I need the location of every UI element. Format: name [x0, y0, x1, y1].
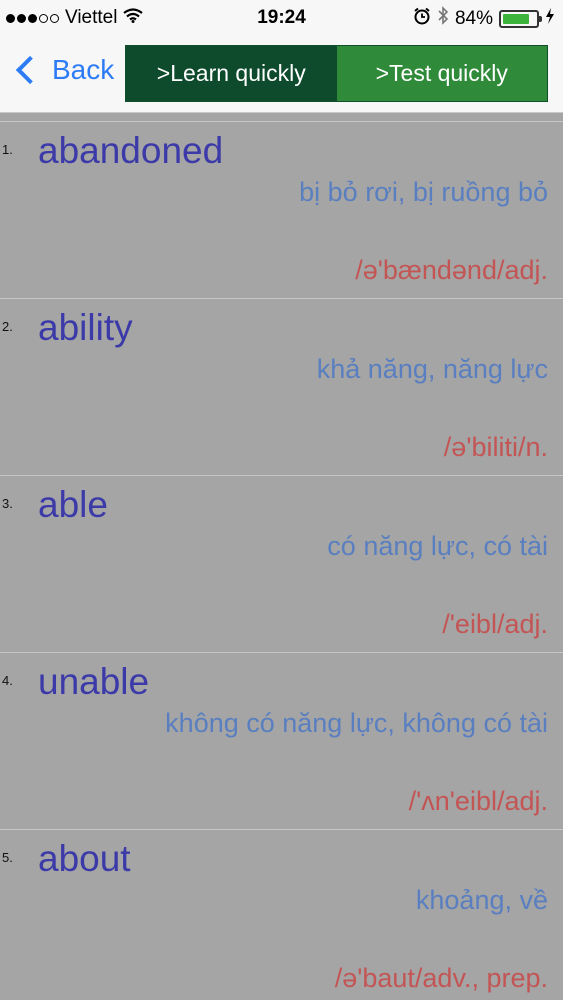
- learn-quickly-button[interactable]: >Learn quickly: [126, 46, 337, 101]
- test-quickly-button[interactable]: >Test quickly: [336, 46, 547, 101]
- item-word: unable: [38, 661, 150, 702]
- item-phonetic: /'eibl/adj.: [442, 609, 548, 639]
- row-separator: [0, 298, 563, 299]
- item-number: 3.: [2, 496, 13, 511]
- item-number: 5.: [2, 850, 13, 865]
- item-meaning: bị bỏ rơi, bị ruồng bỏ: [299, 177, 548, 207]
- bluetooth-icon: [437, 6, 449, 31]
- nav-bar: Back >Learn quickly >Test quickly: [0, 36, 563, 113]
- item-word: abandoned: [38, 130, 224, 171]
- status-right: 84%: [413, 6, 555, 31]
- row-separator: [0, 475, 563, 476]
- list-item[interactable]: 4. unable không có năng lực, không có tà…: [0, 643, 563, 820]
- item-word: able: [38, 484, 108, 525]
- list-item[interactable]: 2. ability khả năng, năng lực /ə'biliti/…: [0, 289, 563, 466]
- row-separator: [0, 121, 563, 122]
- list-item[interactable]: 1. abandoned bị bỏ rơi, bị ruồng bỏ /ə'b…: [0, 112, 563, 289]
- list-item[interactable]: 3. able có năng lực, có tài /'eibl/adj.: [0, 466, 563, 643]
- row-separator: [0, 652, 563, 653]
- mode-segmented-control: >Learn quickly >Test quickly: [125, 45, 548, 102]
- item-number: 1.: [2, 142, 13, 157]
- battery-percent: 84%: [454, 7, 493, 29]
- chevron-left-icon: [15, 55, 45, 85]
- item-phonetic: /ə'biliti/n.: [443, 432, 548, 462]
- back-button[interactable]: Back: [14, 54, 114, 86]
- item-phonetic: /ə'baut/adv., prep.: [334, 963, 548, 993]
- battery-icon: [499, 9, 542, 28]
- list-item[interactable]: 5. about khoảng, về /ə'baut/adv., prep.: [0, 820, 563, 997]
- alarm-icon: [413, 7, 431, 31]
- word-list: 1. abandoned bị bỏ rơi, bị ruồng bỏ /ə'b…: [0, 112, 563, 997]
- charging-bolt-icon: [545, 7, 555, 30]
- row-separator: [0, 829, 563, 830]
- back-label: Back: [52, 54, 115, 85]
- item-meaning: không có năng lực, không có tài: [165, 708, 548, 738]
- item-meaning: khoảng, về: [415, 885, 548, 915]
- item-meaning: khả năng, năng lực: [316, 354, 548, 384]
- item-number: 4.: [2, 673, 13, 688]
- item-phonetic: /'ʌn'eibl/adj.: [408, 786, 548, 816]
- item-word: about: [38, 838, 131, 879]
- item-number: 2.: [2, 319, 13, 334]
- item-meaning: có năng lực, có tài: [327, 531, 548, 561]
- item-word: ability: [38, 307, 133, 348]
- item-phonetic: /ə'bændənd/adj.: [355, 255, 548, 285]
- status-bar: Viettel 19:24 84%: [0, 0, 563, 36]
